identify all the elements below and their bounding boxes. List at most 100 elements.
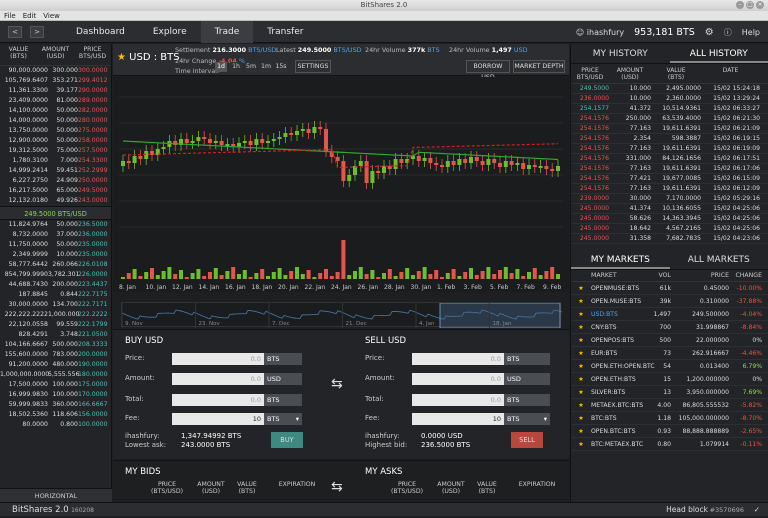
market-row[interactable]: ★OPEN.MUSE:BTS39k0.310000-37.88% — [571, 295, 768, 308]
star-icon[interactable]: ★ — [571, 438, 591, 450]
menu-edit[interactable]: Edit — [23, 12, 37, 20]
market-row[interactable]: ★EUR:BTS73262.916667-4.46% — [571, 347, 768, 360]
back-button[interactable]: < — [8, 26, 22, 38]
bid-row[interactable]: 2,349.999910.000235.0000 — [0, 250, 111, 260]
ask-row[interactable]: 1,780.31007.000254.3300 — [0, 156, 111, 166]
market-row[interactable]: ★BTC:METAEX.BTC0.801.079914-0.11% — [571, 438, 768, 451]
ask-row[interactable]: 11,361.330039.177290.0000 — [0, 86, 111, 96]
interval-1m[interactable]: 1m — [260, 62, 272, 72]
settings-button[interactable]: SETTINGS — [295, 60, 331, 73]
ask-row[interactable]: 6,227.275024.909250.0000 — [0, 176, 111, 186]
ask-row[interactable]: 16,217.500065.000249.5000 — [0, 186, 111, 196]
buy-fee-select[interactable]: BTS ▾ — [264, 413, 302, 425]
market-row[interactable]: ★BTC:BTS1.18105,000.000000-8.70% — [571, 412, 768, 425]
buy-fee-input[interactable]: 10 — [172, 413, 264, 425]
sell-total-input[interactable]: 0.0 — [412, 394, 504, 406]
star-icon[interactable]: ★ — [117, 52, 126, 63]
bid-row[interactable]: 17,500.0000100.000175.0000 — [0, 380, 111, 390]
bid-row[interactable]: 155,600.0000783.000200.0000 — [0, 350, 111, 360]
bid-row[interactable]: 8,732.000037.000236.0000 — [0, 230, 111, 240]
ask-row[interactable]: 14,100.000050.000282.0000 — [0, 106, 111, 116]
bid-row[interactable]: 104,166.6667500.000208.3333 — [0, 340, 111, 350]
market-row[interactable]: ★OPENMUSE:BTS61k0.45000-10.00% — [571, 282, 768, 295]
interval-5m[interactable]: 5m — [245, 62, 257, 72]
bid-row[interactable]: 58,777.6442260.066226.0108 — [0, 260, 111, 270]
star-icon[interactable]: ★ — [571, 373, 591, 385]
star-icon[interactable]: ★ — [571, 386, 591, 398]
sell-amount-input[interactable]: 0.0 — [412, 373, 504, 385]
tab-explore[interactable]: Explore — [139, 21, 201, 43]
ask-row[interactable]: 14,999.241459.451252.2999 — [0, 166, 111, 176]
interval-15s[interactable]: 15s — [275, 62, 287, 72]
sell-fee-input[interactable]: 10 — [412, 413, 504, 425]
market-row[interactable]: ★OPENPOS:BTS50022.0000000% — [571, 334, 768, 347]
sell-button[interactable]: SELL — [511, 432, 543, 448]
tab-my-history[interactable]: MY HISTORY — [571, 44, 670, 63]
sell-fee-select[interactable]: BTS ▾ — [504, 413, 550, 425]
star-icon[interactable]: ★ — [571, 399, 591, 411]
star-icon[interactable]: ★ — [571, 412, 591, 424]
tab-all-markets[interactable]: ALL MARKETS — [670, 250, 768, 269]
interval-1d[interactable]: 1d — [215, 62, 227, 72]
buy-total-input[interactable]: 0.0 — [172, 394, 264, 406]
maximize-icon[interactable]: □ — [746, 1, 754, 9]
chart-navigator[interactable]: 9. Nov23. Nov7. Dec21. Dec4. Jan18. Jan — [121, 302, 561, 327]
buy-price-input[interactable]: 0.0 — [172, 353, 264, 365]
bid-row[interactable]: 11,824.976450.000236.5000 — [0, 220, 111, 230]
tab-transfer[interactable]: Transfer — [253, 21, 317, 43]
swap-icon[interactable]: ⇆ — [331, 376, 343, 392]
menu-view[interactable]: View — [43, 12, 60, 20]
bid-row[interactable]: 91,200.0000480.000190.0000 — [0, 360, 111, 370]
ask-row[interactable]: 12,900.000050.000258.0000 — [0, 136, 111, 146]
forward-button[interactable]: > — [30, 26, 44, 38]
account-menu[interactable]: ☺ ihashfury — [576, 28, 624, 37]
bid-row[interactable]: 80.00000.800100.0000 — [0, 420, 111, 430]
ask-row[interactable]: 90,000.0000300.000300.0000 — [0, 66, 111, 76]
star-icon[interactable]: ★ — [571, 334, 591, 346]
star-icon[interactable]: ★ — [571, 308, 591, 320]
bid-row[interactable]: 16,999.9830100.000170.0000 — [0, 390, 111, 400]
minimize-icon[interactable]: – — [736, 1, 744, 9]
market-row[interactable]: ★USD:BTS1,497249.500000-4.04% — [571, 308, 768, 321]
price-chart[interactable]: 8. Jan10. Jan12. Jan14. Jan16. Jan18. Ja… — [113, 77, 569, 292]
bid-row[interactable]: 187.88450.844222.7175 — [0, 290, 111, 300]
buy-amount-input[interactable]: 0.0 — [172, 373, 264, 385]
tab-dashboard[interactable]: Dashboard — [62, 21, 139, 43]
close-icon[interactable]: × — [756, 1, 764, 9]
tab-all-history[interactable]: ALL HISTORY — [670, 44, 768, 63]
horizontal-layout-button[interactable]: HORIZONTAL — [0, 488, 112, 502]
market-row[interactable]: ★OPEN.BTC:BTS0.9388,888.888889-2.65% — [571, 425, 768, 438]
swap-icon[interactable]: ⇆ — [331, 479, 343, 495]
ask-row[interactable]: 23,409.000081.000289.0000 — [0, 96, 111, 106]
borrow-button[interactable]: BORROW USD — [466, 60, 510, 73]
ask-row[interactable]: 105,769.6407353.271299.4012 — [0, 76, 111, 86]
star-icon[interactable]: ★ — [571, 425, 591, 437]
market-row[interactable]: ★OPEN.ETH:BTS151,200.0000000% — [571, 373, 768, 386]
tab-trade[interactable]: Trade — [201, 21, 254, 43]
info-icon[interactable]: ⓘ — [724, 27, 732, 38]
star-icon[interactable]: ★ — [571, 295, 591, 307]
star-icon[interactable]: ★ — [571, 282, 591, 294]
bid-row[interactable]: 30,000.0000134.700222.7171 — [0, 300, 111, 310]
star-icon[interactable]: ★ — [571, 321, 591, 333]
buy-button[interactable]: BUY — [271, 432, 303, 448]
ask-row[interactable]: 19,312.500075.000257.5000 — [0, 146, 111, 156]
bid-row[interactable]: 59,999.9833360.000166.6667 — [0, 400, 111, 410]
market-row[interactable]: ★CNY:BTS70031.998867-8.84% — [571, 321, 768, 334]
ask-row[interactable]: 14,000.000050.000280.0000 — [0, 116, 111, 126]
market-depth-button[interactable]: MARKET DEPTH — [513, 60, 565, 73]
bid-row[interactable]: 22,120.055899.559222.1799 — [0, 320, 111, 330]
menu-file[interactable]: File — [4, 12, 16, 20]
market-title[interactable]: ★ USD : BTS — [117, 52, 180, 63]
interval-1h[interactable]: 1h — [230, 62, 242, 72]
market-row[interactable]: ★OPEN.ETH:OPEN.BTC540.0134006.79% — [571, 360, 768, 373]
market-row[interactable]: ★SILVER:BTS133,950.0000007.69% — [571, 386, 768, 399]
bid-row[interactable]: 44,688.7430200.000223.4437 — [0, 280, 111, 290]
bid-row[interactable]: 18,502.5360118.606156.0000 — [0, 410, 111, 420]
bid-row[interactable]: 222,222.22221,000.000222.2222 — [0, 310, 111, 320]
ask-row[interactable]: 13,750.000050.000275.0000 — [0, 126, 111, 136]
bid-row[interactable]: 1,000,000.00005,555.556180.0000 — [0, 370, 111, 380]
bid-row[interactable]: 828.42913.748221.0500 — [0, 330, 111, 340]
ask-row[interactable]: 12,132.018049.926243.0000 — [0, 196, 111, 206]
help-link[interactable]: Help — [742, 28, 760, 37]
